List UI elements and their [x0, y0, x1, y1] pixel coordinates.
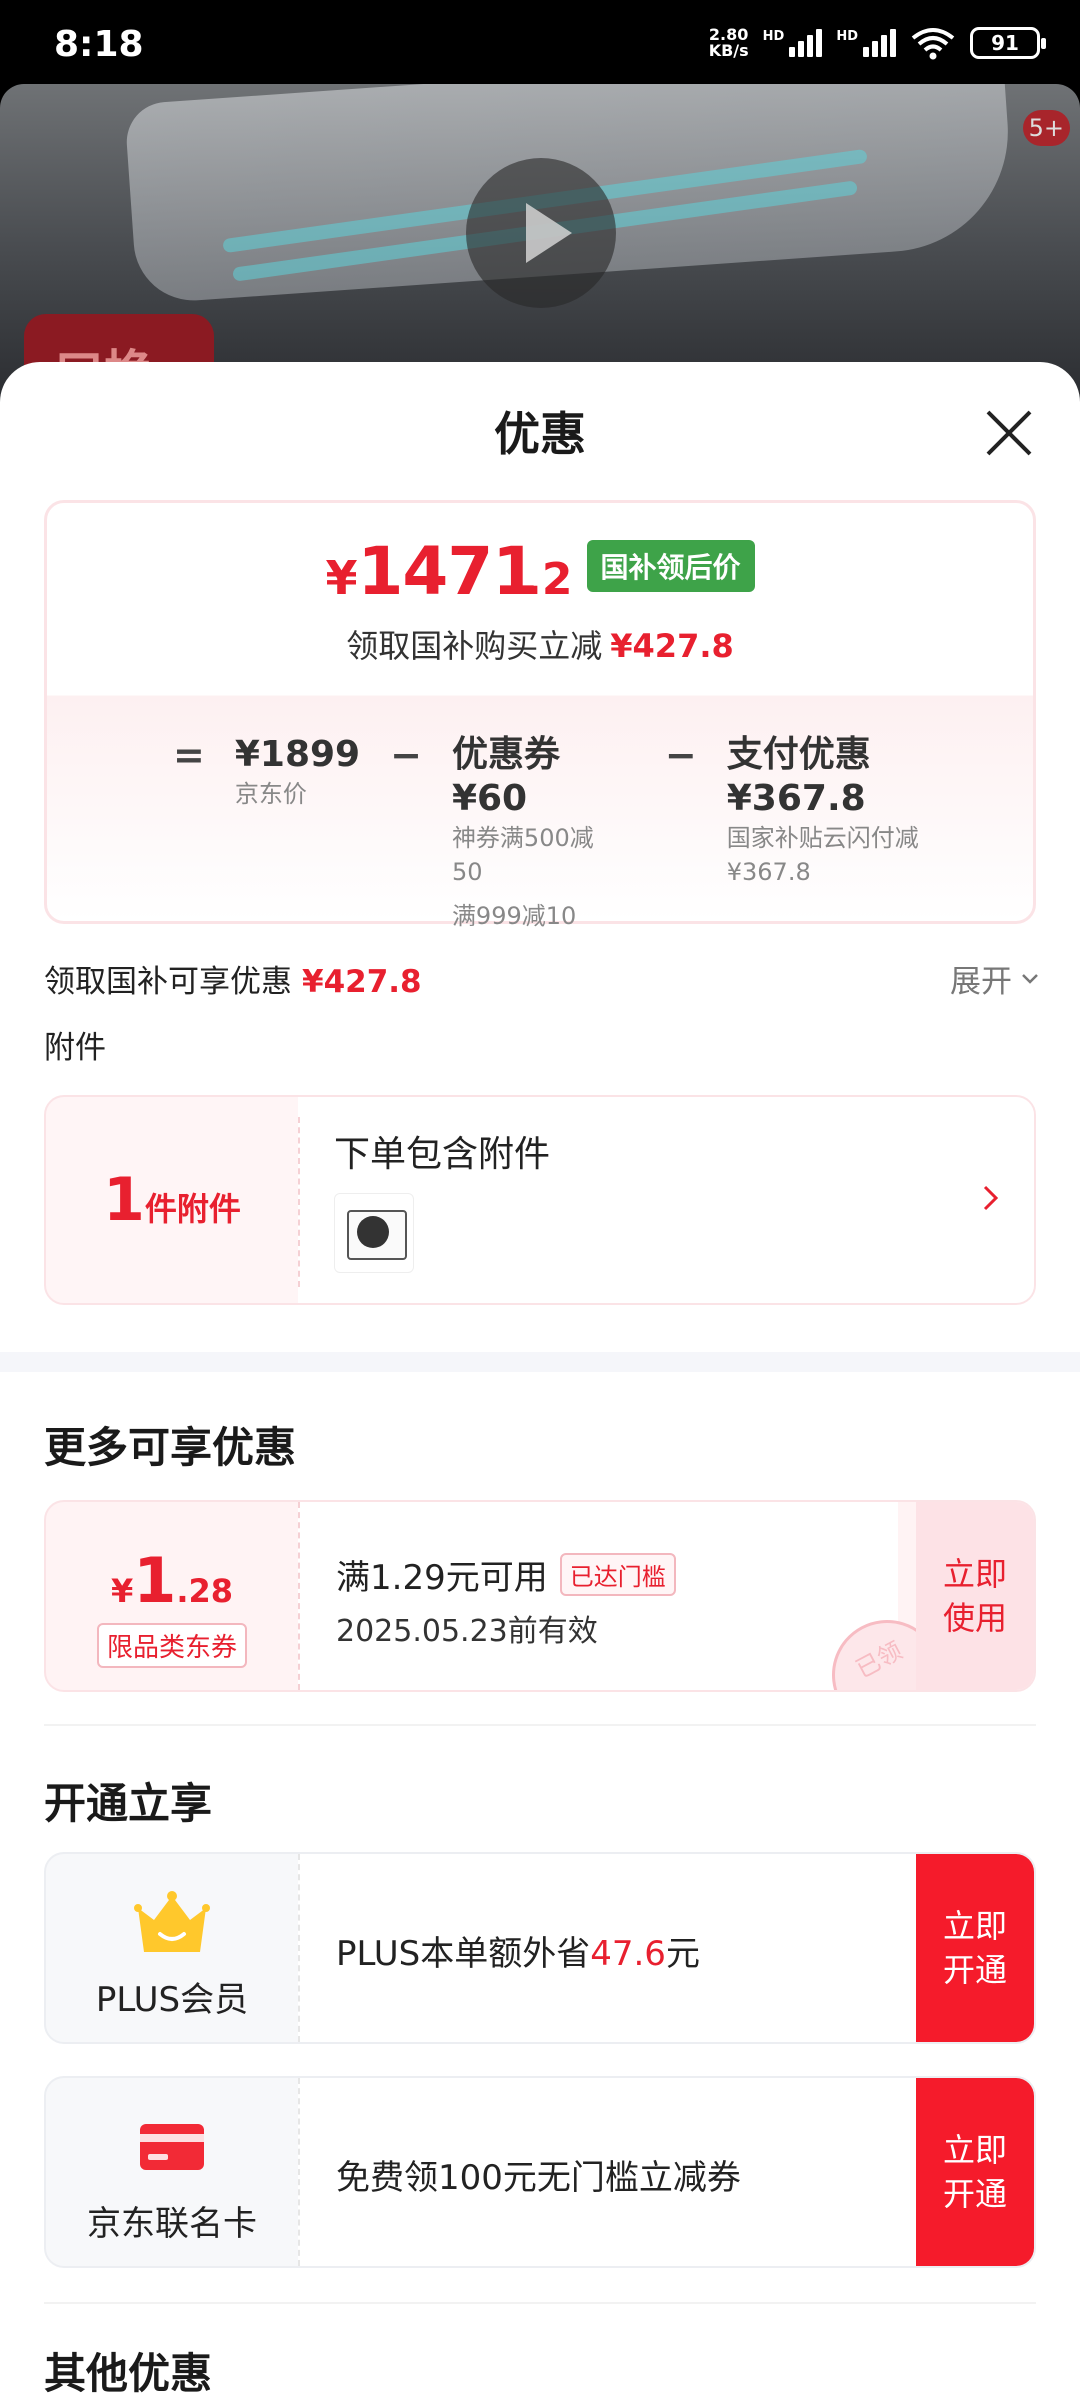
price-integer: 1471: [357, 533, 538, 610]
coupon-condition-text: 满1.29元可用: [336, 1558, 548, 1598]
jd-price-value: ¥1899: [234, 734, 361, 775]
coupon-expiry: 2025.05.23前有效: [336, 1614, 598, 1649]
accessory-card[interactable]: 1 件附件 下单包含附件: [44, 1095, 1036, 1305]
coupon-amount: ¥1.28: [46, 1544, 298, 1617]
section-divider: [0, 1352, 1080, 1372]
coupon-detail-1: 神券满500减: [451, 824, 594, 852]
close-icon[interactable]: [982, 406, 1036, 460]
coupon-info: 满1.29元可用 已达门槛 2025.05.23前有效 已领: [298, 1502, 962, 1690]
jd-card-text: 免费领100元无门槛立减券: [336, 2158, 741, 2198]
payment-discount-amount: ¥367.8: [726, 858, 811, 886]
status-bar: 8:18 2.80 KB/s HD HD 91: [0, 0, 1080, 84]
divider: [44, 2302, 1036, 2304]
threshold-reached-badge: 已达门槛: [559, 1553, 676, 1596]
coupon-integer: 1: [133, 1544, 177, 1617]
minus-sign: −: [390, 733, 422, 777]
accessory-detail: 下单包含附件: [298, 1097, 1034, 1303]
plus-saving-text: PLUS本单额外省47.6元: [336, 1926, 700, 1975]
product-video-background: 5+ 口换: [0, 84, 1080, 404]
status-icons: 2.80 KB/s HD HD 91: [709, 26, 1046, 60]
coupon-value: 优惠券 ¥60: [451, 734, 560, 819]
divider: [44, 1724, 1036, 1726]
chevron-right-icon: [983, 1185, 999, 1211]
enjoy-text: 领取国补可享优惠: [44, 964, 292, 1000]
coupon-type: 限品类东券: [96, 1623, 247, 1668]
price-decimal: .2: [525, 554, 573, 605]
plus-member-label: PLUS会员: [95, 1980, 249, 2020]
plus-text-prefix: PLUS本单额外省: [336, 1934, 591, 1974]
discount-sheet: 优惠 ¥1471.2 国补领后价 领取国补购买立减 ¥427.8 = ¥1899 …: [0, 362, 1080, 2400]
network-speed: 2.80 KB/s: [709, 27, 749, 59]
jd-card-label: 京东联名卡: [87, 2204, 257, 2244]
jd-price-label: 京东价: [234, 780, 307, 808]
more-discounts-title: 更多可享优惠: [44, 1423, 297, 1472]
plus-text-suffix: 元: [665, 1934, 700, 1974]
final-price: ¥1471.2 国补领后价: [47, 533, 1033, 610]
battery-level: 91: [991, 31, 1019, 55]
price-formula: = ¥1899 京东价 − 优惠券 ¥60 神券满500减 50 满999减10…: [173, 733, 1033, 933]
credit-card-icon: [140, 2124, 204, 2170]
reduce-text: 领取国补购买立减: [346, 627, 603, 665]
payment-discount-item: 支付优惠 ¥367.8 国家补贴云闪付减 ¥367.8: [727, 733, 1003, 933]
image-count-badge: 5+: [1022, 110, 1070, 146]
plus-saving-amount: 47.6: [590, 1934, 666, 1974]
hd-label: HD: [836, 29, 858, 44]
coupon-condition: 满1.29元可用 已达门槛: [336, 1550, 676, 1599]
accessory-count: 1 件附件: [46, 1097, 298, 1303]
plus-member-block: PLUS会员: [46, 1854, 298, 2042]
open-jd-card-label: 立即开通: [942, 2131, 1007, 2213]
coupon-detail-1b: 50: [451, 858, 483, 886]
open-jd-card-button[interactable]: 立即开通: [916, 2078, 1034, 2266]
price-currency: ¥: [325, 551, 358, 605]
coupon-currency: ¥: [110, 1572, 134, 1610]
expand-button[interactable]: 展开: [950, 956, 1040, 1001]
jd-card-info: 免费领100元无门槛立减券: [298, 2078, 916, 2266]
play-icon[interactable]: [466, 158, 616, 308]
reduce-amount: ¥427.8: [610, 627, 734, 665]
accessory-section-title: 附件: [44, 1030, 106, 1066]
expand-label: 展开: [950, 964, 1012, 1000]
use-coupon-button[interactable]: 立即使用: [916, 1502, 1034, 1690]
chevron-down-icon: [1022, 973, 1038, 984]
subsidy-price-tag: 国补领后价: [586, 539, 755, 592]
payment-discount-detail: 国家补贴云闪付减: [726, 824, 919, 852]
other-discounts-title: 其他优惠: [44, 2349, 213, 2398]
coupon-value-block: ¥1.28 限品类东券: [46, 1502, 298, 1690]
coupon-card: ¥1.28 限品类东券 满1.29元可用 已达门槛 2025.05.23前有效 …: [44, 1500, 1036, 1692]
equals-sign: =: [173, 733, 205, 777]
accessory-title: 下单包含附件: [334, 1134, 551, 1175]
minus-sign: −: [664, 733, 697, 777]
open-plus-button[interactable]: 立即开通: [916, 1854, 1034, 2042]
sheet-title: 优惠: [494, 407, 586, 461]
signal-1-icon: HD: [763, 29, 823, 57]
accessory-count-number: 1: [103, 1165, 145, 1235]
subsidy-enjoy-row: 领取国补可享优惠 ¥427.8: [44, 956, 422, 1001]
open-plus-label: 立即开通: [942, 1907, 1007, 1989]
jd-price-item: ¥1899 京东价: [235, 733, 360, 933]
use-coupon-label: 立即使用: [942, 1555, 1007, 1637]
crown-icon: [134, 1891, 210, 1952]
hd-label: HD: [762, 29, 785, 44]
payment-discount-value: 支付优惠 ¥367.8: [726, 734, 871, 819]
price-summary-card: ¥1471.2 国补领后价 领取国补购买立减 ¥427.8 = ¥1899 京东价…: [44, 500, 1036, 930]
coupon-decimal: .28: [176, 1572, 234, 1610]
jd-card-block: 京东联名卡: [46, 2078, 298, 2266]
plus-member-card: PLUS会员 PLUS本单额外省47.6元 立即开通: [44, 1852, 1036, 2044]
coupon-item: 优惠券 ¥60 神券满500减 50 满999减10: [452, 733, 635, 933]
jd-card-card: 京东联名卡 免费领100元无门槛立减券 立即开通: [44, 2076, 1036, 2268]
plus-member-info: PLUS本单额外省47.6元: [298, 1854, 916, 2042]
wifi-icon: [911, 28, 955, 60]
reduce-line: 领取国补购买立减 ¥427.8: [47, 621, 1033, 667]
enjoy-amount: ¥427.8: [302, 964, 422, 1000]
net-speed-unit: KB/s: [708, 41, 749, 60]
status-time: 8:18: [54, 24, 144, 65]
open-enjoy-title: 开通立享: [44, 1779, 213, 1828]
accessory-count-unit: 件附件: [144, 1190, 241, 1228]
coupon-detail-2: 满999减10: [451, 902, 577, 930]
signal-2-icon: HD: [836, 29, 896, 57]
accessory-thumbnail: [334, 1193, 414, 1273]
battery-icon: 91: [970, 27, 1046, 59]
